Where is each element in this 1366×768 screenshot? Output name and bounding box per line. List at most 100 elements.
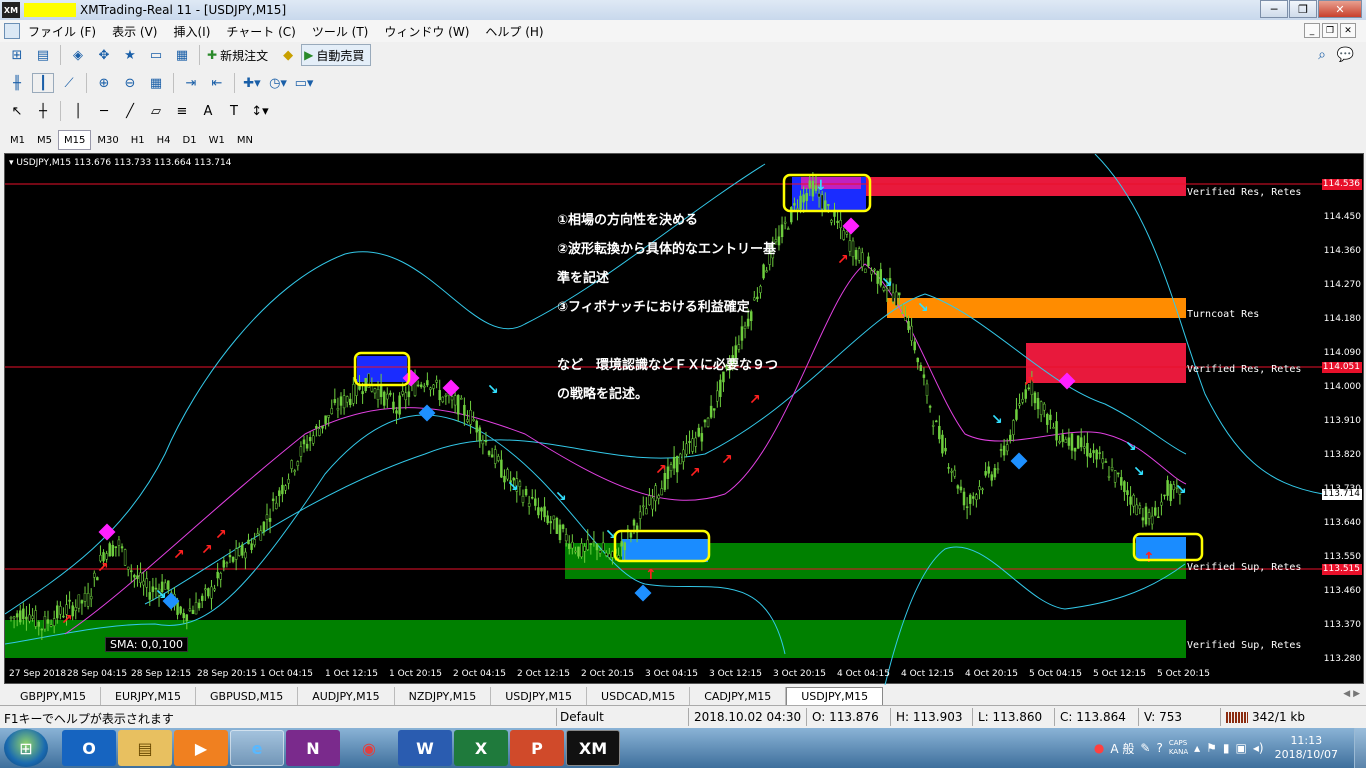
candle-body — [382, 391, 386, 406]
word-icon[interactable]: W — [398, 730, 452, 766]
media-player-icon[interactable]: ▶ — [174, 730, 228, 766]
xm-terminal-icon[interactable]: XM — [566, 730, 620, 766]
data-window-icon[interactable]: ✥ — [93, 45, 115, 65]
mdi-restore-button[interactable]: ❐ — [1322, 23, 1338, 38]
mdi-close-button[interactable]: ✕ — [1340, 23, 1356, 38]
candle-body — [928, 405, 932, 408]
timeframe-m15[interactable]: M15 — [58, 130, 92, 150]
candle-body — [142, 580, 145, 586]
market-watch-icon[interactable]: ◈ — [67, 45, 89, 65]
timeframe-d1[interactable]: D1 — [177, 130, 203, 150]
mdi-minimize-button[interactable]: _ — [1304, 23, 1320, 38]
chart-tab[interactable]: GBPJPY,M15 — [6, 687, 102, 705]
price-chart[interactable]: ↗ ↗ ↗ ↗ ↗ ↗ ↗ ↗ ↗ ↗ ↗ ↑ ↑ ↘ ↘ ↘ ↘ ↘ ↘ ↘ … — [4, 153, 1364, 685]
clock[interactable]: 11:13 2018/10/07 — [1275, 734, 1338, 762]
menu-view[interactable]: 表示 (V) — [104, 23, 165, 40]
menu-chart[interactable]: チャート (C) — [218, 23, 303, 40]
internet-explorer-icon[interactable]: e — [230, 730, 284, 766]
chat-icon[interactable]: 💬 — [1337, 47, 1354, 63]
candle-body — [130, 570, 133, 573]
candle-body — [938, 425, 941, 440]
text-icon[interactable]: A — [197, 101, 219, 121]
templates-icon[interactable]: ▭▾ — [293, 73, 315, 93]
show-desktop-button[interactable] — [1354, 728, 1366, 768]
cursor-icon[interactable]: ↖ — [6, 101, 28, 121]
menu-tools[interactable]: ツール (T) — [304, 23, 377, 40]
horizontal-line-icon[interactable]: ─ — [93, 101, 115, 121]
file-explorer-icon[interactable]: ▤ — [118, 730, 172, 766]
zone-label: Verified Res, Retes — [1187, 364, 1302, 375]
close-button[interactable]: ✕ — [1318, 0, 1362, 18]
chart-tab[interactable]: USDJPY,M15 — [491, 687, 588, 705]
metaeditor-icon[interactable]: ◆ — [277, 45, 299, 65]
flag-icon[interactable]: ⚑ — [1206, 741, 1217, 755]
candlestick-icon[interactable]: ┃ — [32, 73, 54, 93]
profiles-icon[interactable]: ▤ — [32, 45, 54, 65]
candle-body — [842, 230, 845, 240]
candle-body — [968, 494, 972, 504]
bar-chart-icon[interactable]: ╫ — [6, 73, 28, 93]
tray-expand-icon[interactable]: ▴ — [1194, 741, 1200, 755]
text-label-icon[interactable]: T — [223, 101, 245, 121]
chart-tab-active[interactable]: USDJPY,M15 — [786, 687, 884, 705]
fibonacci-icon[interactable]: ≡ — [171, 101, 193, 121]
timeframe-m1[interactable]: M1 — [4, 130, 31, 150]
timeframe-w1[interactable]: W1 — [203, 130, 231, 150]
tab-scroll-arrows[interactable]: ◀ ▶ — [1343, 689, 1360, 699]
zoom-in-icon[interactable]: ⊕ — [93, 73, 115, 93]
minimize-button[interactable]: ─ — [1260, 0, 1288, 18]
auto-scroll-icon[interactable]: ⇥ — [180, 73, 202, 93]
menu-insert[interactable]: 挿入(I) — [165, 23, 218, 40]
excel-icon[interactable]: X — [454, 730, 508, 766]
search-icon[interactable]: ⌕ — [1318, 47, 1326, 63]
auto-trading-button[interactable]: ▶ 自動売買 — [301, 44, 372, 66]
navigator-icon[interactable]: ★ — [119, 45, 141, 65]
chart-tab[interactable]: CADJPY,M15 — [690, 687, 787, 705]
candle-body — [793, 203, 796, 206]
menu-window[interactable]: ウィンドウ (W) — [376, 23, 477, 40]
timeframe-m30[interactable]: M30 — [91, 130, 124, 150]
ime-tools-icon[interactable]: ✎ — [1140, 741, 1150, 755]
periods-icon[interactable]: ◷▾ — [267, 73, 289, 93]
chart-tab[interactable]: GBPUSD,M15 — [196, 687, 299, 705]
strategy-tester-icon[interactable]: ▦ — [171, 45, 193, 65]
terminal-icon[interactable]: ▭ — [145, 45, 167, 65]
timeframe-h1[interactable]: H1 — [125, 130, 151, 150]
chart-tab[interactable]: EURJPY,M15 — [101, 687, 197, 705]
equidistant-channel-icon[interactable]: ▱ — [145, 101, 167, 121]
chart-tab[interactable]: USDCAD,M15 — [587, 687, 691, 705]
network-icon[interactable]: ▣ — [1236, 741, 1247, 755]
help-icon[interactable]: ? — [1156, 741, 1162, 755]
onenote-icon[interactable]: N — [286, 730, 340, 766]
tile-windows-icon[interactable]: ▦ — [145, 73, 167, 93]
start-button[interactable]: ⊞ — [4, 729, 48, 767]
menu-help[interactable]: ヘルプ (H) — [477, 23, 551, 40]
candle-body — [1033, 392, 1037, 404]
sma-label: SMA: 0,0,100 — [105, 637, 188, 652]
ime-indicator[interactable]: A 般 — [1110, 740, 1134, 757]
new-chart-icon[interactable]: ⊞ — [6, 45, 28, 65]
timeframe-mn[interactable]: MN — [231, 130, 259, 150]
maximize-button[interactable]: ❐ — [1289, 0, 1317, 18]
outlook-icon[interactable]: O — [62, 730, 116, 766]
crosshair-icon[interactable]: ┼ — [32, 101, 54, 121]
trendline-icon[interactable]: ╱ — [119, 101, 141, 121]
menu-file[interactable]: ファイル (F) — [20, 23, 104, 40]
chart-tab[interactable]: NZDJPY,M15 — [395, 687, 492, 705]
zoom-out-icon[interactable]: ⊖ — [119, 73, 141, 93]
indicators-icon[interactable]: ✚▾ — [241, 73, 263, 93]
chrome-icon[interactable]: ◉ — [342, 730, 396, 766]
volume-icon[interactable]: ◂) — [1253, 741, 1264, 755]
new-order-button[interactable]: ✚ 新規注文 — [204, 44, 275, 66]
notification-icon[interactable]: ● — [1094, 741, 1104, 755]
vertical-line-icon[interactable]: │ — [67, 101, 89, 121]
timeframe-h4[interactable]: H4 — [151, 130, 177, 150]
chart-shift-icon[interactable]: ⇤ — [206, 73, 228, 93]
arrows-icon[interactable]: ↕▾ — [249, 101, 271, 121]
powerpoint-icon[interactable]: P — [510, 730, 564, 766]
price-tick: 114.450 — [1323, 212, 1361, 222]
power-icon[interactable]: ▮ — [1223, 741, 1230, 755]
chart-tab[interactable]: AUDJPY,M15 — [298, 687, 395, 705]
timeframe-m5[interactable]: M5 — [31, 130, 58, 150]
line-chart-icon[interactable]: ⟋ — [58, 73, 80, 93]
